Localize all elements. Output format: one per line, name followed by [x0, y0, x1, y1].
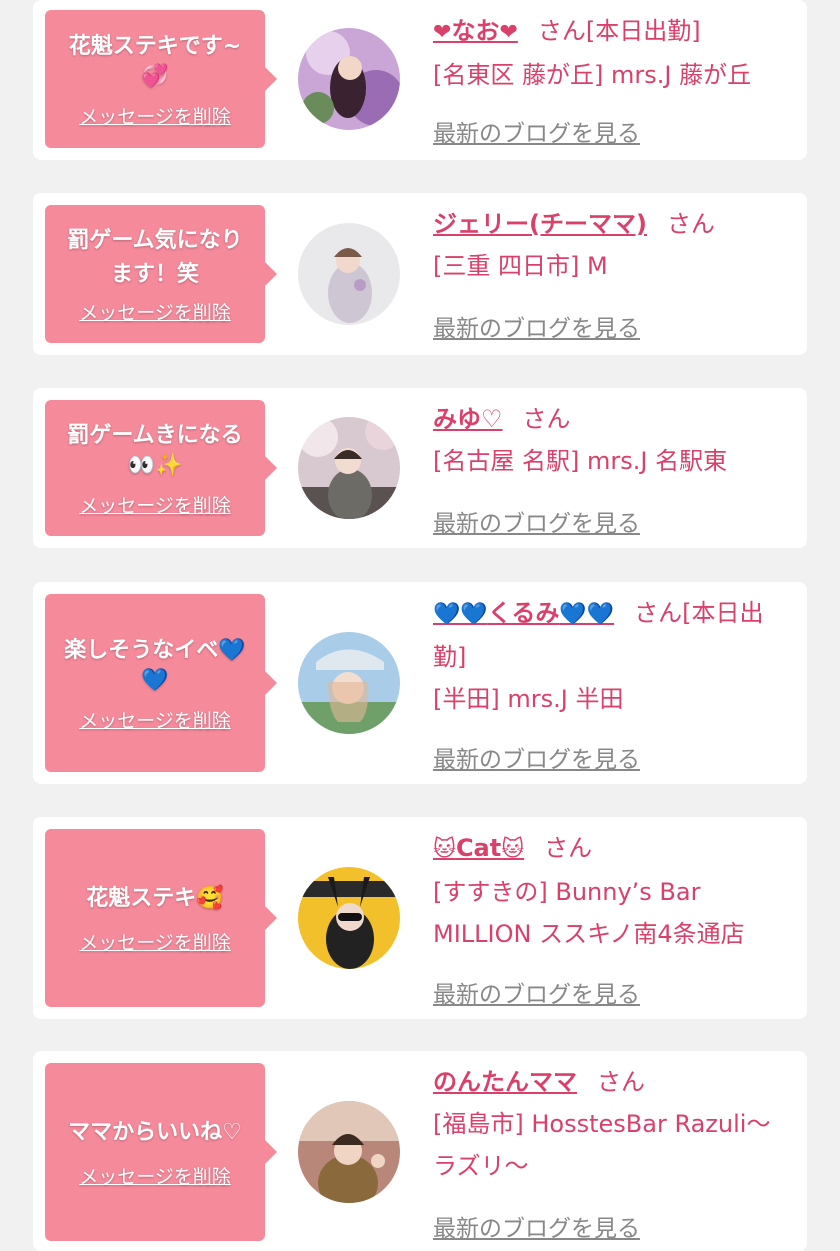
message-line: 花魁ステキ🥰 [86, 885, 224, 911]
message-line: 罰ゲーム気になり [67, 227, 243, 253]
message-line: 💞 [141, 63, 169, 89]
message-card: 花魁ステキ🥰 メッセージを削除 🐱Cat🐱 さん [すすきの] Bunny’s B… [33, 817, 807, 1019]
view-blog-link[interactable]: 最新のブログを見る [433, 740, 640, 774]
avatar[interactable] [298, 417, 400, 519]
user-name-link[interactable]: ジェリー(チーママ) [433, 210, 647, 238]
delete-message-button[interactable]: メッセージを削除 [79, 706, 231, 733]
user-name-link[interactable]: 💙💙くるみ💙💙 [433, 599, 614, 627]
user-info: ❤なお❤ さん[本日出勤] [名東区 藤が丘] mrs.J 藤が丘 最新のブログを… [433, 10, 797, 147]
message-text: 花魁ステキ🥰 [76, 882, 233, 916]
user-name-link[interactable]: ❤なお❤ [433, 17, 518, 45]
message-bubble: 花魁ステキです~ 💞 メッセージを削除 [45, 10, 277, 148]
message-line: 👀✨ [127, 452, 183, 478]
message-card: 花魁ステキです~ 💞 メッセージを削除 ❤なお❤ さん[本日出勤] [名東区 藤が… [33, 0, 807, 160]
user-info: ジェリー(チーママ) さん [三重 四日市] M 最新のブログを見る [433, 203, 797, 342]
message-line: 💙 [141, 667, 169, 693]
blue-heart-icon: 💙💙 [559, 602, 615, 627]
user-info: 💙💙くるみ💙💙 さん[本日出 勤] [半田] mrs.J 半田 最新のブログを見る [433, 592, 797, 773]
blue-heart-icon: 💙💙 [433, 602, 488, 627]
status-badge: [本日出 [682, 599, 764, 627]
delete-message-button[interactable]: メッセージを削除 [79, 1162, 231, 1189]
cat-icon: 🐱 [501, 837, 525, 862]
message-card: ママからいいね♡ メッセージを削除 のんたんママ さん [福島市] Hosstes… [33, 1051, 807, 1251]
honorific: さん [634, 599, 683, 627]
honorific: さん [537, 17, 586, 45]
name-row: のんたんママ さん [433, 1061, 797, 1103]
message-card: 罰ゲーム気になり ます！笑 メッセージを削除 ジェリー(チーママ) さん [三重 … [33, 193, 807, 355]
cat-icon: 🐱 [433, 837, 456, 862]
user-info: 🐱Cat🐱 さん [すすきの] Bunny’s Bar MILLION ススキノ南… [433, 827, 797, 1008]
avatar[interactable] [298, 223, 400, 325]
delete-message-button[interactable]: メッセージを削除 [79, 298, 231, 325]
message-text: 楽しそうなイベ💙 💙 [54, 634, 255, 694]
honorific: さん [597, 1068, 645, 1096]
view-blog-link[interactable]: 最新のブログを見る [433, 1209, 640, 1243]
avatar[interactable] [298, 632, 400, 734]
user-name-link[interactable]: 🐱Cat🐱 [433, 834, 524, 862]
user-name: くるみ [487, 599, 560, 627]
message-text: ママからいいね♡ [58, 1116, 252, 1150]
message-line: 楽しそうなイベ💙 [64, 637, 246, 663]
message-text: 罰ゲームきになる 👀✨ [57, 419, 252, 479]
user-name: なお [451, 17, 500, 45]
name-row: 💙💙くるみ💙💙 さん[本日出 [433, 592, 797, 636]
message-bubble: 罰ゲームきになる 👀✨ メッセージを削除 [45, 400, 277, 536]
shop-location: [名古屋 名駅] mrs.J 名駅東 [433, 447, 728, 475]
shop-location: [すすきの] Bunny’s Bar [433, 878, 701, 906]
status-badge: [本日出勤] [585, 17, 701, 45]
name-row: ❤なお❤ さん[本日出勤] [433, 10, 797, 54]
shop-location: ラズリ〜 [433, 1152, 529, 1180]
delete-message-button[interactable]: メッセージを削除 [79, 928, 231, 955]
message-bubble: 楽しそうなイベ💙 💙 メッセージを削除 [45, 594, 277, 772]
delete-message-button[interactable]: メッセージを削除 [79, 102, 231, 129]
message-text: 罰ゲーム気になり ます！笑 [57, 224, 252, 292]
honorific: さん [544, 834, 593, 862]
message-bubble: 罰ゲーム気になり ます！笑 メッセージを削除 [45, 205, 277, 343]
name-row: ジェリー(チーママ) さん [433, 203, 797, 245]
shop-location: [三重 四日市] M [433, 252, 608, 280]
shop-location: [半田] mrs.J 半田 [433, 685, 624, 713]
avatar[interactable] [298, 867, 400, 969]
user-name-link[interactable]: のんたんママ [433, 1068, 577, 1096]
message-bubble: 花魁ステキ🥰 メッセージを削除 [45, 829, 277, 1007]
view-blog-link[interactable]: 最新のブログを見る [433, 504, 640, 538]
view-blog-link[interactable]: 最新のブログを見る [433, 309, 640, 343]
status-badge-cont: 勤] [433, 643, 467, 671]
avatar[interactable] [298, 28, 400, 130]
name-row: 🐱Cat🐱 さん [433, 827, 797, 871]
user-name: Cat [455, 834, 502, 862]
heart-icon: ❤ [433, 20, 452, 45]
user-info: みゆ♡ さん [名古屋 名駅] mrs.J 名駅東 最新のブログを見る [433, 398, 797, 537]
user-info: のんたんママ さん [福島市] HosstesBar Razuli〜 ラズリ〜 最… [433, 1061, 797, 1242]
view-blog-link[interactable]: 最新のブログを見る [433, 975, 640, 1009]
shop-location: MILLION ススキノ南4条通店 [433, 920, 745, 948]
name-row: みゆ♡ さん [433, 398, 797, 440]
message-bubble: ママからいいね♡ メッセージを削除 [45, 1063, 277, 1241]
avatar[interactable] [298, 1101, 400, 1203]
message-line: ママからいいね♡ [68, 1119, 242, 1145]
message-card: 楽しそうなイベ💙 💙 メッセージを削除 💙💙くるみ💙💙 さん[本日出 勤] [半田… [33, 582, 807, 784]
message-line: 罰ゲームきになる [67, 422, 243, 448]
honorific: さん [522, 405, 571, 433]
shop-location: [名東区 藤が丘] mrs.J 藤が丘 [433, 61, 752, 89]
message-line: 花魁ステキです~ [68, 33, 242, 59]
delete-message-button[interactable]: メッセージを削除 [79, 491, 231, 518]
shop-location: [福島市] HosstesBar Razuli〜 [433, 1110, 771, 1138]
view-blog-link[interactable]: 最新のブログを見る [433, 114, 640, 148]
honorific: さん [666, 210, 715, 238]
user-name-link[interactable]: みゆ♡ [433, 405, 503, 433]
message-line: ます！笑 [110, 261, 199, 287]
heart-icon: ❤ [499, 20, 518, 45]
message-text: 花魁ステキです~ 💞 [59, 30, 251, 90]
message-card: 罰ゲームきになる 👀✨ メッセージを削除 みゆ♡ さん [名古屋 名駅] mrs.… [33, 388, 807, 548]
